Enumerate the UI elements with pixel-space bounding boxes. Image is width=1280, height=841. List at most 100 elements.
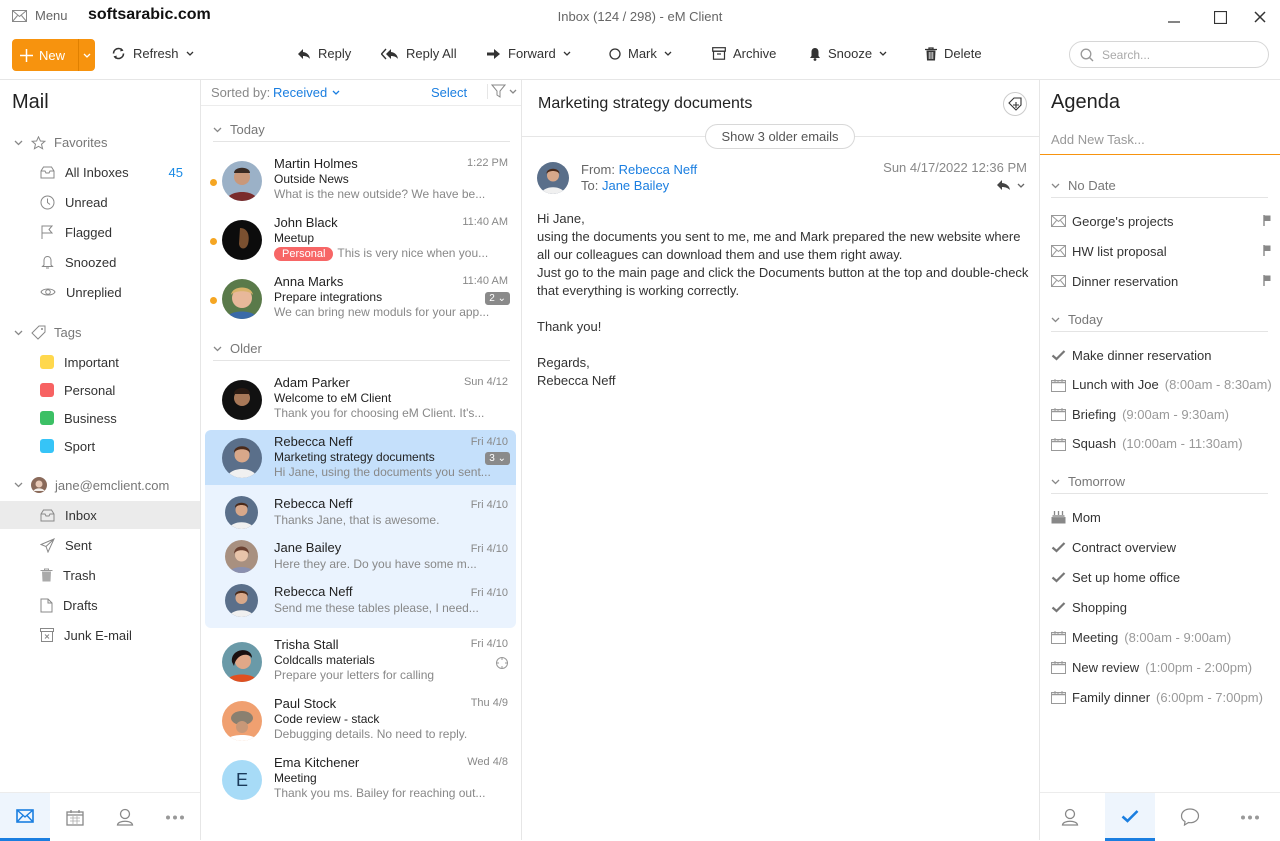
refresh-button[interactable]: Refresh	[111, 46, 194, 61]
sidebar-item-label: Personal	[64, 382, 116, 398]
body-paragraph: Regards, Rebecca Neff	[537, 355, 616, 388]
more-icon	[165, 815, 185, 820]
message-item[interactable]: Trisha Stall Fri 4/10 Coldcalls material…	[205, 637, 516, 695]
search-input[interactable]: Search...	[1069, 41, 1269, 68]
sidebar-item-trash[interactable]: Trash	[0, 561, 200, 589]
thread-count-badge[interactable]: 2 ⌄	[485, 292, 510, 305]
agenda-item[interactable]: Lunch with Joe (8:00am - 8:30am)	[1051, 374, 1272, 396]
message-item[interactable]: Anna Marks 11:40 AM Prepare integrations…	[205, 274, 516, 332]
thread-message-item[interactable]: Jane Bailey Fri 4/10 Here they are. Do y…	[205, 540, 516, 580]
agenda-section-today[interactable]: Today	[1051, 308, 1268, 332]
account-group-header[interactable]: jane@emclient.com	[14, 477, 169, 493]
message-item-selected[interactable]: Rebecca Neff Fri 4/10 Marketing strategy…	[205, 430, 516, 485]
agenda-item[interactable]: Make dinner reservation	[1051, 344, 1271, 366]
message-item[interactable]: Paul Stock Thu 4/9 Code review - stack D…	[205, 696, 516, 754]
recipient-link[interactable]: Jane Bailey	[602, 178, 669, 193]
message-item[interactable]: John Black 11:40 AM Meetup Personal This …	[205, 215, 516, 273]
mail-module-button[interactable]	[0, 793, 50, 841]
reply-menu-button[interactable]	[996, 179, 1025, 191]
tags-group-header[interactable]: Tags	[14, 325, 81, 340]
snooze-button[interactable]: Snooze	[809, 46, 887, 61]
agenda-item[interactable]: Squash (10:00am - 11:30am)	[1051, 433, 1271, 455]
tasks-panel-button[interactable]	[1105, 793, 1155, 841]
chat-bubble-icon	[1180, 808, 1200, 826]
reply-icon	[996, 179, 1011, 191]
flag-icon[interactable]	[1263, 275, 1271, 286]
agenda-section-tomorrow[interactable]: Tomorrow	[1051, 470, 1268, 494]
message-item[interactable]: E Ema Kitchener Wed 4/8 Meeting Thank yo…	[205, 755, 516, 813]
chevron-down-icon	[1051, 183, 1060, 189]
maximize-button[interactable]	[1208, 6, 1232, 28]
archive-button[interactable]: Archive	[712, 46, 776, 61]
sidebar-item-junk[interactable]: Junk E-mail	[0, 621, 200, 649]
close-button[interactable]	[1248, 6, 1272, 28]
agenda-item[interactable]: Meeting (8:00am - 9:00am)	[1051, 626, 1271, 648]
sidebar-item-snoozed[interactable]: Snoozed	[0, 248, 200, 276]
agenda-item[interactable]: Dinner reservation	[1051, 270, 1271, 292]
flag-icon[interactable]	[1263, 215, 1271, 226]
more-modules-button[interactable]	[150, 793, 200, 841]
sidebar-item-all-inboxes[interactable]: All Inboxes 45	[0, 158, 200, 186]
reply-all-button[interactable]: Reply All	[381, 46, 457, 61]
agenda-item[interactable]: Contract overview	[1051, 536, 1271, 558]
message-sender: Trisha Stall	[274, 637, 339, 652]
mail-icon	[16, 808, 34, 823]
minimize-button[interactable]	[1162, 6, 1186, 28]
agenda-item-label: HW list proposal	[1072, 243, 1167, 259]
thread-message-item[interactable]: Rebecca Neff Fri 4/10 Send me these tabl…	[205, 584, 516, 624]
favorites-group-header[interactable]: Favorites	[14, 135, 107, 150]
agenda-item[interactable]: HW list proposal	[1051, 240, 1271, 262]
chevron-down-icon	[213, 127, 222, 133]
delete-button[interactable]: Delete	[925, 46, 982, 61]
show-older-emails-button[interactable]: Show 3 older emails	[705, 124, 855, 149]
agenda-item[interactable]: George's projects	[1051, 210, 1271, 232]
add-tag-button[interactable]	[1003, 92, 1027, 116]
sort-dropdown[interactable]: Received	[273, 85, 340, 100]
tag-badge-personal: Personal	[274, 247, 334, 261]
sidebar-tag-business[interactable]: Business	[0, 404, 200, 432]
agenda-item[interactable]: Briefing (9:00am - 9:30am)	[1051, 403, 1271, 425]
menu-button[interactable]: Menu	[12, 8, 68, 23]
add-task-input[interactable]: Add New Task...	[1040, 128, 1280, 155]
sidebar-item-unreplied[interactable]: Unreplied	[0, 278, 200, 306]
agenda-section-no-date[interactable]: No Date	[1051, 174, 1268, 198]
select-button[interactable]: Select	[431, 85, 467, 100]
sidebar-item-sent[interactable]: Sent	[0, 531, 200, 559]
sidebar-item-label: Trash	[63, 567, 96, 583]
sidebar-tag-sport[interactable]: Sport	[0, 432, 200, 460]
sidebar-tag-important[interactable]: Important	[0, 348, 200, 376]
agenda-item[interactable]: Family dinner (6:00pm - 7:00pm)	[1051, 686, 1271, 708]
chat-panel-button[interactable]	[1165, 793, 1215, 841]
filter-button[interactable]	[487, 84, 517, 99]
message-item[interactable]: Martin Holmes 1:22 PM Outside News What …	[205, 156, 516, 214]
agenda-item[interactable]: Shopping	[1051, 596, 1271, 618]
flag-icon[interactable]	[1263, 245, 1271, 256]
message-item[interactable]: Adam Parker Sun 4/12 Welcome to eM Clien…	[205, 375, 516, 433]
sidebar-item-flagged[interactable]: Flagged	[0, 218, 200, 246]
section-header-older[interactable]: Older	[213, 337, 510, 361]
contacts-panel-button[interactable]	[1045, 793, 1095, 841]
sidebar-item-unread[interactable]: Unread	[0, 188, 200, 216]
tag-color-swatch	[40, 411, 54, 425]
agenda-switcher	[1040, 792, 1280, 841]
forward-button[interactable]: Forward	[487, 46, 571, 61]
new-button[interactable]: New	[12, 39, 78, 71]
message-time: 11:40 AM	[462, 216, 508, 228]
thread-message-item[interactable]: Rebecca Neff Fri 4/10 Thanks Jane, that …	[205, 496, 516, 536]
sender-link[interactable]: Rebecca Neff	[619, 162, 698, 177]
contacts-module-button[interactable]	[100, 793, 150, 841]
mark-button[interactable]: Mark	[609, 46, 672, 61]
more-panels-button[interactable]	[1225, 793, 1275, 841]
new-label: New	[39, 47, 66, 63]
section-header-today[interactable]: Today	[213, 118, 510, 142]
agenda-item[interactable]: New review (1:00pm - 2:00pm)	[1051, 656, 1271, 678]
agenda-item[interactable]: Set up home office	[1051, 566, 1271, 588]
reply-button[interactable]: Reply	[297, 46, 351, 61]
thread-count-badge[interactable]: 3 ⌄	[485, 452, 510, 465]
sidebar-item-drafts[interactable]: Drafts	[0, 591, 200, 619]
sidebar-item-inbox[interactable]: Inbox	[0, 501, 200, 529]
sidebar-tag-personal[interactable]: Personal	[0, 376, 200, 404]
agenda-item[interactable]: Mom	[1051, 506, 1271, 528]
calendar-module-button[interactable]	[50, 793, 100, 841]
new-dropdown-button[interactable]	[78, 39, 95, 71]
